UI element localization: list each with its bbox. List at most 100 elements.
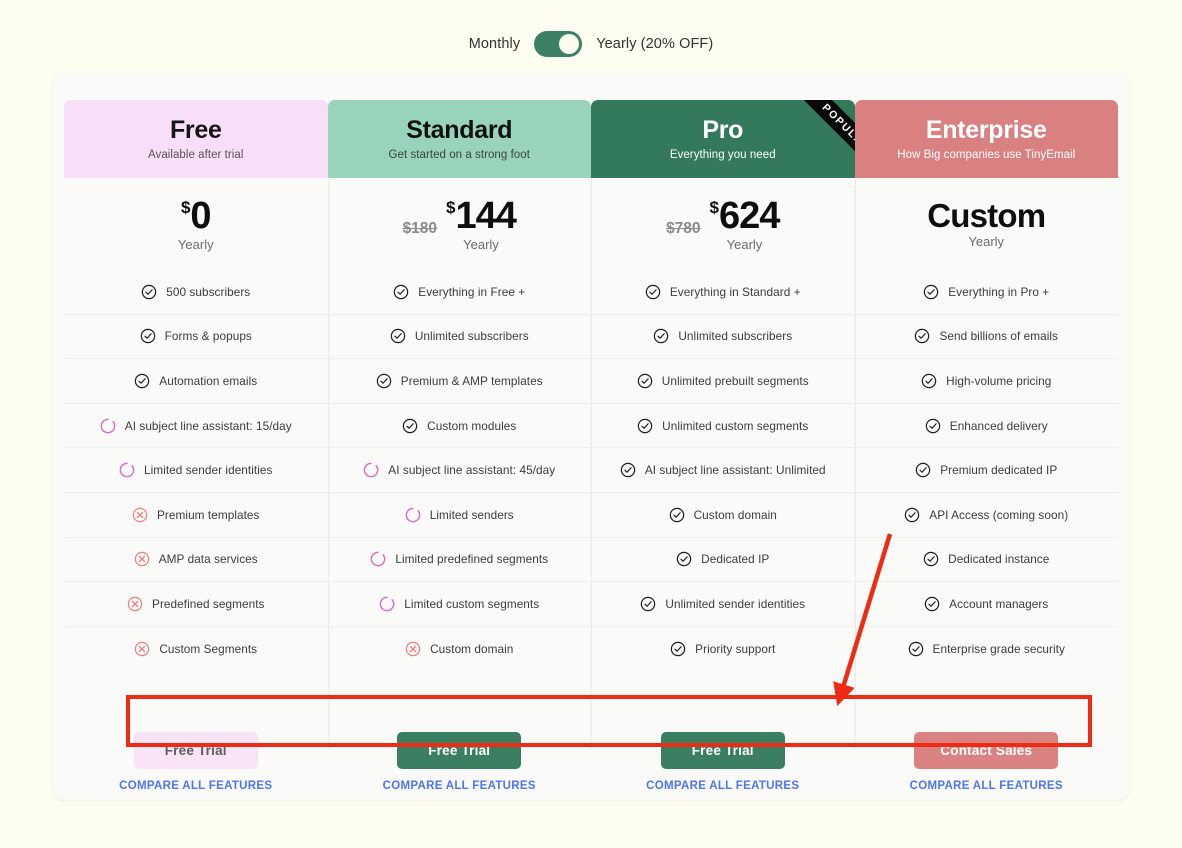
feature-label: Limited senders: [430, 508, 514, 522]
feature-label: Enterprise grade security: [933, 642, 1065, 656]
feature-label: Dedicated IP: [701, 552, 769, 566]
check-circle-icon: [141, 284, 157, 300]
feature-list: Everything in Free + Unlimited subscriber…: [328, 270, 592, 720]
feature-item: AI subject line assistant: 15/day: [64, 404, 328, 449]
card-header: Enterprise How Big companies use TinyEmai…: [855, 100, 1119, 178]
price-amount: $624: [710, 197, 780, 235]
feature-label: AI subject line assistant: 15/day: [125, 419, 292, 433]
cta-button[interactable]: Free Trial: [397, 732, 521, 769]
feature-label: Custom domain: [694, 508, 777, 522]
card-header: Free Available after trial: [64, 100, 328, 178]
plan-tagline: How Big companies use TinyEmail: [897, 149, 1075, 161]
feature-list: Everything in Pro +Send billions of emai…: [855, 270, 1119, 720]
card-header: StandardGet started on a strong foot: [328, 100, 592, 178]
check-circle-icon: [915, 462, 931, 478]
monthly-label[interactable]: Monthly: [469, 36, 520, 52]
pricing-panel: Free Available after trial $0 Yearly 500 sub…: [53, 72, 1129, 800]
plan-name: Free: [170, 117, 222, 145]
price-row: CustomYearly: [855, 178, 1119, 270]
feature-item: Dedicated IP: [591, 538, 855, 583]
check-circle-icon: [134, 373, 150, 389]
feature-label: AI subject line assistant: 45/day: [388, 463, 555, 477]
price-row: $780$624Yearly: [591, 178, 855, 270]
price-amount: $144: [446, 197, 516, 235]
feature-item: Account managers: [855, 582, 1119, 627]
partial-circle-icon: [100, 418, 116, 434]
feature-item: Predefined segments: [64, 582, 328, 627]
plan-name: Enterprise: [926, 117, 1047, 145]
feature-item: Unlimited prebuilt segments: [591, 359, 855, 404]
price-value: 144: [456, 197, 516, 235]
partial-circle-icon: [379, 596, 395, 612]
price-block: CustomYearly: [927, 199, 1045, 249]
feature-label: Unlimited prebuilt segments: [662, 374, 809, 388]
price-period: Yearly: [178, 237, 214, 252]
cross-circle-icon: [134, 551, 150, 567]
feature-item: AMP data services: [64, 538, 328, 583]
check-circle-icon: [376, 373, 392, 389]
partial-circle-icon: [370, 551, 386, 567]
check-circle-icon: [908, 641, 924, 657]
feature-item: Everything in Pro +: [855, 270, 1119, 315]
plan-tagline: Get started on a strong foot: [389, 149, 530, 161]
feature-item: Priority support: [591, 627, 855, 672]
feature-label: Limited sender identities: [144, 463, 272, 477]
feature-item: Limited senders: [328, 493, 592, 538]
feature-item: Limited predefined segments: [328, 538, 592, 583]
check-circle-icon: [904, 507, 920, 523]
compare-all-features-link[interactable]: COMPARE ALL FEATURES: [855, 780, 1119, 800]
feature-item: Unlimited subscribers: [591, 315, 855, 360]
feature-item: Limited sender identities: [64, 448, 328, 493]
check-circle-icon: [637, 418, 653, 434]
cross-circle-icon: [127, 596, 143, 612]
cross-circle-icon: [132, 507, 148, 523]
feature-label: Premium dedicated IP: [940, 463, 1057, 477]
feature-label: Forms & popups: [165, 329, 252, 343]
popular-ribbon: POPULAR: [759, 100, 855, 178]
compare-all-features-link[interactable]: COMPARE ALL FEATURES: [328, 780, 592, 800]
feature-label: Premium & AMP templates: [401, 374, 543, 388]
feature-item: 500 subscribers: [64, 270, 328, 315]
pricing-card-free: FreeAvailable after trial$0Yearly500 sub…: [64, 100, 328, 800]
feature-item: Send billions of emails: [855, 315, 1119, 360]
feature-item: Limited custom segments: [328, 582, 592, 627]
price-value: 624: [719, 197, 779, 235]
feature-label: Everything in Standard +: [670, 285, 801, 299]
cta-button[interactable]: Free Trial: [134, 732, 258, 769]
billing-period-toggle[interactable]: [534, 31, 582, 57]
cta-button[interactable]: Free Trial: [661, 732, 785, 769]
cta-button[interactable]: Contact Sales: [914, 732, 1058, 769]
feature-item: Premium templates: [64, 493, 328, 538]
feature-item: Dedicated instance: [855, 538, 1119, 583]
yearly-label[interactable]: Yearly (20% OFF): [596, 36, 713, 52]
price-block: $144 Yearly: [446, 197, 516, 252]
feature-label: Account managers: [949, 597, 1048, 611]
price-row: $0Yearly: [64, 178, 328, 270]
compare-all-features-link[interactable]: COMPARE ALL FEATURES: [591, 780, 855, 800]
plan-tagline: Available after trial: [148, 149, 243, 161]
cta-row: Contact Sales: [855, 720, 1119, 780]
check-circle-icon: [390, 328, 406, 344]
feature-item: Custom domain: [328, 627, 592, 672]
price-period: Yearly: [446, 237, 516, 252]
price-value: 0: [190, 197, 210, 235]
feature-item: Everything in Free +: [328, 270, 592, 315]
feature-item: API Access (coming soon): [855, 493, 1119, 538]
feature-list: Everything in Standard + Unlimited subscr…: [591, 270, 855, 720]
partial-circle-icon: [363, 462, 379, 478]
feature-label: Custom modules: [427, 419, 516, 433]
feature-item: Premium & AMP templates: [328, 359, 592, 404]
cta-row: Free Trial: [591, 720, 855, 780]
cta-row: Free Trial: [328, 720, 592, 780]
feature-label: Unlimited subscribers: [415, 329, 529, 343]
feature-label: API Access (coming soon): [929, 508, 1068, 522]
price-block: $624Yearly: [710, 197, 780, 252]
compare-all-features-link[interactable]: COMPARE ALL FEATURES: [64, 780, 328, 800]
pricing-card-enterprise: Enterprise How Big companies use TinyEmai…: [855, 100, 1119, 800]
card-header: ProEverything you needPOPULAR: [591, 100, 855, 178]
currency-symbol: $: [446, 199, 454, 216]
feature-label: AMP data services: [159, 552, 258, 566]
feature-list: 500 subscribersForms & popupsAutomation …: [64, 270, 328, 720]
plan-name: Pro: [702, 117, 743, 145]
check-circle-icon: [669, 507, 685, 523]
